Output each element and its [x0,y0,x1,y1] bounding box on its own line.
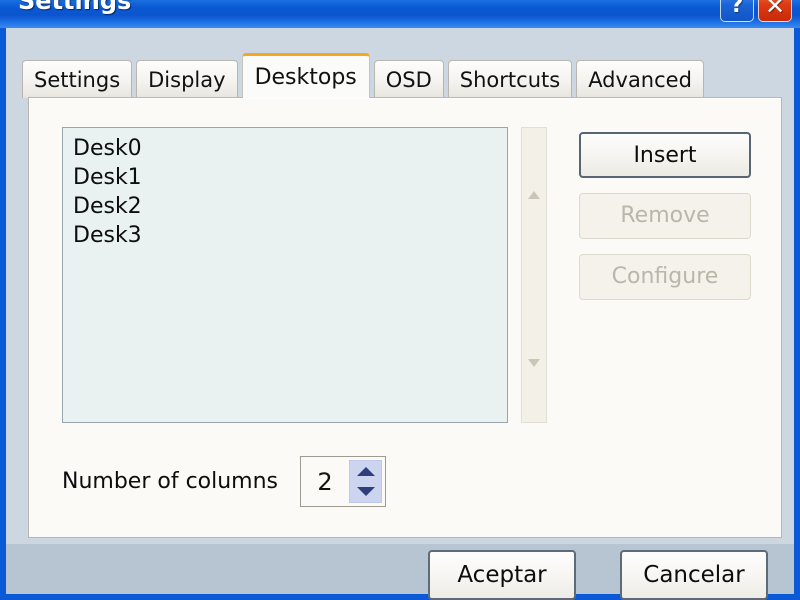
question-mark-icon: ? [730,0,744,18]
tab-label: Advanced [588,67,692,92]
stepper-up-icon[interactable] [356,466,375,476]
remove-button: Remove [579,193,751,239]
number-of-columns-label: Number of columns [62,469,279,494]
close-icon: ✕ [764,0,786,20]
tab-label: Settings [34,67,121,92]
cancel-button[interactable]: Cancelar [620,550,768,600]
dialog-footer: Aceptar Cancelar [6,544,794,600]
tab-desktops[interactable]: Desktops [241,53,370,98]
tab-shortcuts[interactable]: Shortcuts [447,60,573,98]
list-item[interactable]: Desk3 [69,221,507,250]
tab-label: Display [148,67,226,92]
tab-advanced[interactable]: Advanced [576,60,704,98]
tab-settings[interactable]: Settings [22,60,133,98]
close-button[interactable]: ✕ [758,0,792,22]
tab-display[interactable]: Display [136,60,238,98]
insert-button[interactable]: Insert [579,132,751,178]
footer-button-group: Aceptar Cancelar [428,550,768,600]
list-item[interactable]: Desk1 [69,163,507,192]
tab-label: OSD [385,67,432,92]
scroll-up-icon[interactable] [526,190,542,202]
desktop-list[interactable]: Desk0 Desk1 Desk2 Desk3 [62,127,508,423]
scroll-down-icon[interactable] [526,358,542,370]
stepper-down-icon[interactable] [356,487,375,497]
tab-label: Desktops [254,64,357,90]
desktops-tab-panel: Desk0 Desk1 Desk2 Desk3 Insert Remove Co… [28,97,782,538]
tab-osd[interactable]: OSD [373,60,444,98]
desktop-list-scrollbar[interactable] [521,127,547,423]
settings-window: Settings ? ✕ Settings Display Desktops O… [0,0,800,600]
desktop-actions: Insert Remove Configure [579,132,751,315]
number-of-columns-stepper[interactable]: 2 [300,456,387,507]
number-of-columns-value[interactable]: 2 [301,457,349,506]
help-button[interactable]: ? [720,0,754,22]
title-bar: Settings ? ✕ [0,0,800,28]
tab-label: Shortcuts [459,67,561,92]
number-of-columns-row: Number of columns 2 [62,456,387,507]
configure-button: Configure [579,254,751,300]
tab-strip: Settings Display Desktops OSD Shortcuts … [22,53,708,98]
window-title: Settings [18,0,132,15]
list-item[interactable]: Desk0 [69,134,507,163]
list-item[interactable]: Desk2 [69,192,507,221]
caption-button-group: ? ✕ [720,0,792,22]
accept-button[interactable]: Aceptar [428,550,576,600]
stepper-arrows[interactable] [349,460,383,503]
